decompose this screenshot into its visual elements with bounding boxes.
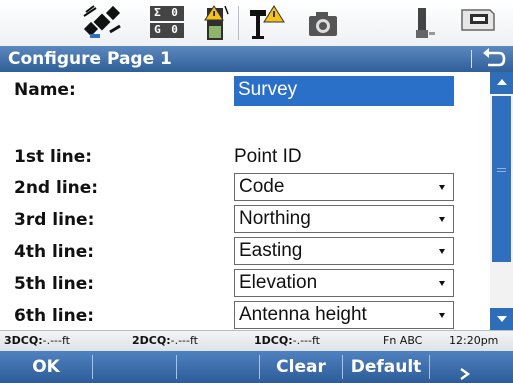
ok-button[interactable]: OK: [0, 351, 92, 383]
status-bar: Σ 0 G 0: [0, 0, 513, 46]
scroll-down-button[interactable]: [490, 308, 513, 330]
title-divider: [471, 50, 472, 68]
line1-label: 1st line:: [14, 147, 93, 167]
q2-readout: 2DCQ:-.---ft: [132, 334, 198, 347]
line2-dropdown[interactable]: Code: [234, 173, 454, 201]
name-field[interactable]: Survey: [234, 76, 454, 106]
clear-button[interactable]: Clear: [260, 351, 342, 383]
line5-label: 5th line:: [14, 274, 95, 294]
q3-label: 3DCQ:: [4, 334, 43, 347]
line4-label: 4th line:: [14, 242, 95, 262]
q1-readout: 1DCQ:-.---ft: [254, 334, 320, 347]
scroll-up-button[interactable]: [490, 72, 513, 94]
satellite-icon[interactable]: [80, 4, 128, 42]
camera-icon[interactable]: [306, 4, 340, 42]
scroll-down-icon: [497, 316, 507, 322]
q3-readout: 3DCQ:-.---ft: [4, 334, 70, 347]
title-bar: Configure Page 1: [0, 46, 513, 72]
line3-label: 3rd line:: [14, 210, 95, 230]
back-arrow-icon[interactable]: [479, 47, 507, 71]
more-arrow-icon: [460, 368, 471, 380]
memory-card-icon[interactable]: [458, 4, 498, 42]
sigma-counter-icon[interactable]: Σ 0 G 0: [150, 6, 184, 38]
input-mode-indicator: Fn ABC: [383, 334, 423, 347]
line2-selected-value: Code: [239, 176, 285, 197]
dropdown-arrow-icon: [439, 217, 445, 222]
page-title: Configure Page 1: [8, 49, 172, 69]
configure-form: Name: Survey 1st line: Point ID 2nd line…: [0, 72, 490, 330]
grip-icon: [497, 168, 506, 169]
line6-selected-value: Antenna height: [239, 304, 367, 325]
line6-dropdown[interactable]: Antenna height: [234, 301, 454, 329]
line3-dropdown[interactable]: Northing: [234, 205, 454, 233]
line2-label: 2nd line:: [14, 178, 99, 198]
status-divider: [238, 6, 239, 40]
q3-value: -.---ft: [42, 334, 70, 347]
usb-device-icon[interactable]: [410, 4, 438, 42]
name-label: Name:: [14, 80, 76, 100]
scroll-up-icon: [497, 79, 507, 85]
line6-label: 6th line:: [14, 306, 95, 326]
clock: 12:20pm: [449, 334, 499, 347]
line3-selected-value: Northing: [239, 208, 311, 229]
softkey-2-button[interactable]: [93, 351, 176, 383]
more-button[interactable]: [430, 351, 513, 383]
q2-value: -.---ft: [170, 334, 198, 347]
quality-status-line: 3DCQ:-.---ft 2DCQ:-.---ft 1DCQ:-.---ft F…: [0, 330, 513, 351]
default-button[interactable]: Default: [343, 351, 429, 383]
scroll-thumb[interactable]: [492, 96, 511, 262]
line5-selected-value: Elevation: [239, 272, 318, 293]
dropdown-arrow-icon: [439, 281, 445, 286]
dropdown-arrow-icon: [439, 249, 445, 254]
softkey-3-button[interactable]: [177, 351, 259, 383]
dropdown-arrow-icon: [439, 313, 445, 318]
line5-dropdown[interactable]: Elevation: [234, 269, 454, 297]
dropdown-arrow-icon: [439, 185, 445, 190]
softkey-bar: OK Clear Default: [0, 351, 513, 383]
vertical-scrollbar[interactable]: [490, 72, 513, 330]
line4-selected-value: Easting: [239, 240, 303, 261]
line4-dropdown[interactable]: Easting: [234, 237, 454, 265]
q2-label: 2DCQ:: [132, 334, 171, 347]
battery-warning-icon[interactable]: [204, 4, 230, 42]
q1-label: 1DCQ:: [254, 334, 293, 347]
antenna-warning-icon[interactable]: [246, 4, 286, 42]
q1-value: -.---ft: [292, 334, 320, 347]
line1-value: Point ID: [234, 146, 302, 167]
